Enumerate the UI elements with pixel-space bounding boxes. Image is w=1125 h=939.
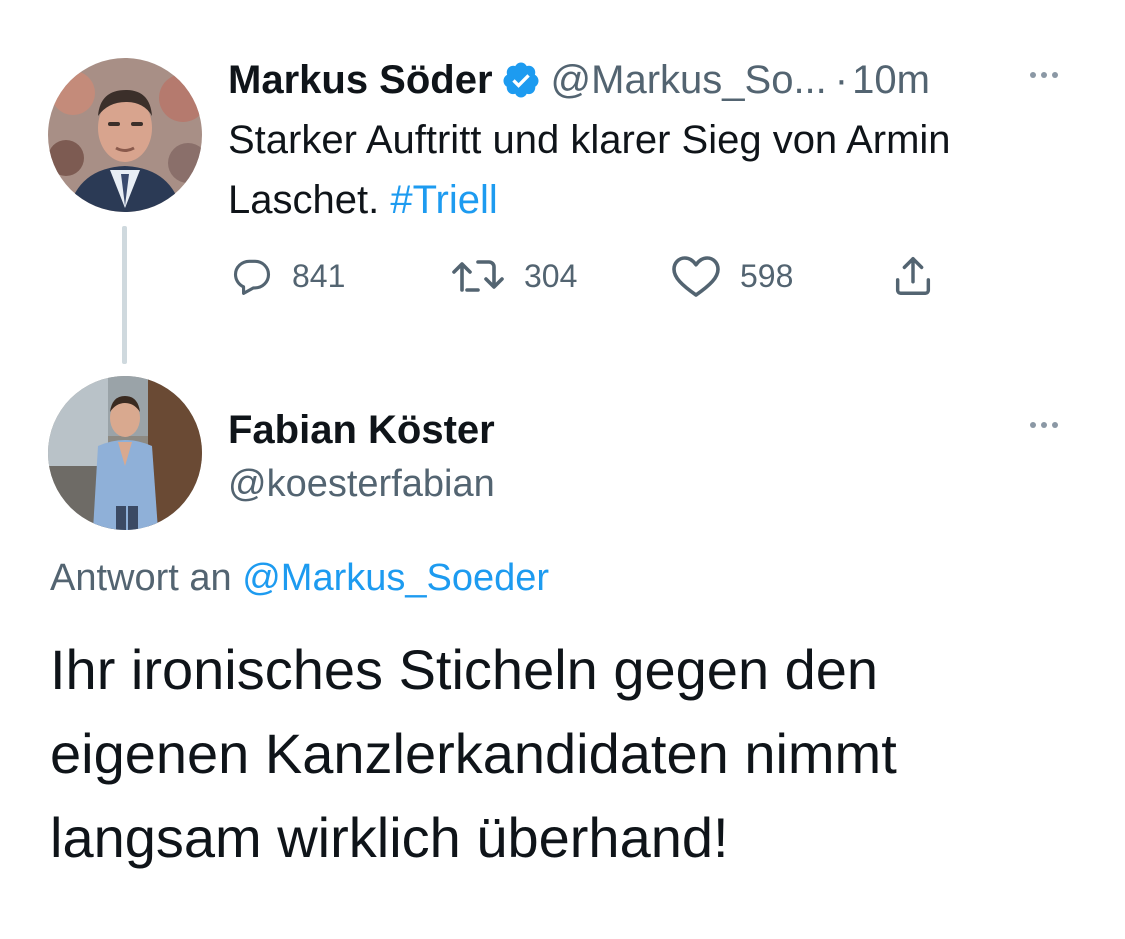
- tweet2-text: Ihr ironisches Sticheln gegen den eigene…: [50, 638, 897, 869]
- more-dot: [1052, 422, 1058, 428]
- reply-count: 841: [292, 257, 346, 294]
- more-options-icon[interactable]: [1030, 72, 1058, 78]
- tweet1-display-name[interactable]: Markus Söder: [228, 58, 493, 103]
- avatar-tweet2[interactable]: [48, 376, 202, 530]
- tweet1-text: Starker Auftritt und klarer Sieg von Arm…: [228, 110, 1088, 230]
- avatar-photo-markus: [48, 58, 202, 212]
- share-button[interactable]: [890, 248, 954, 304]
- like-button[interactable]: 598: [670, 248, 793, 304]
- avatar-tweet1[interactable]: [48, 58, 202, 212]
- reply-button[interactable]: 841: [230, 248, 345, 304]
- heart-icon: [672, 256, 720, 297]
- like-count: 598: [740, 257, 794, 294]
- reply-prefix: Antwort an: [50, 557, 232, 599]
- more-dot: [1041, 72, 1047, 78]
- share-icon: [895, 257, 931, 295]
- avatar-photo-fabian: [48, 376, 202, 530]
- reply-mention-link[interactable]: @Markus_Soeder: [242, 557, 549, 599]
- tweet1-body: Starker Auftritt und klarer Sieg von Arm…: [228, 118, 951, 222]
- tweet1-separator: ·: [834, 57, 849, 102]
- tweet1-header: Markus Söder @Markus_So... · 10m: [228, 52, 930, 108]
- tweet1-timestamp[interactable]: 10m: [852, 58, 930, 103]
- tweet2-display-name[interactable]: Fabian Köster: [228, 402, 495, 458]
- tweet1-handle[interactable]: @Markus_So...: [551, 58, 827, 103]
- reply-context: Antwort an @Markus_Soeder: [50, 548, 549, 608]
- verified-badge-icon: [503, 62, 539, 98]
- retweet-icon: [452, 260, 504, 292]
- more-dot: [1030, 422, 1036, 428]
- retweet-button[interactable]: 304: [450, 248, 577, 304]
- tweet2-handle[interactable]: @koesterfabian: [228, 456, 495, 512]
- more-dot: [1052, 72, 1058, 78]
- hashtag-link[interactable]: #Triell: [390, 178, 497, 222]
- more-dot: [1030, 72, 1036, 78]
- more-dot: [1041, 422, 1047, 428]
- thread-connector-line: [122, 226, 127, 364]
- retweet-count: 304: [524, 257, 578, 294]
- more-options-icon[interactable]: [1030, 422, 1058, 428]
- reply-icon: [233, 259, 271, 295]
